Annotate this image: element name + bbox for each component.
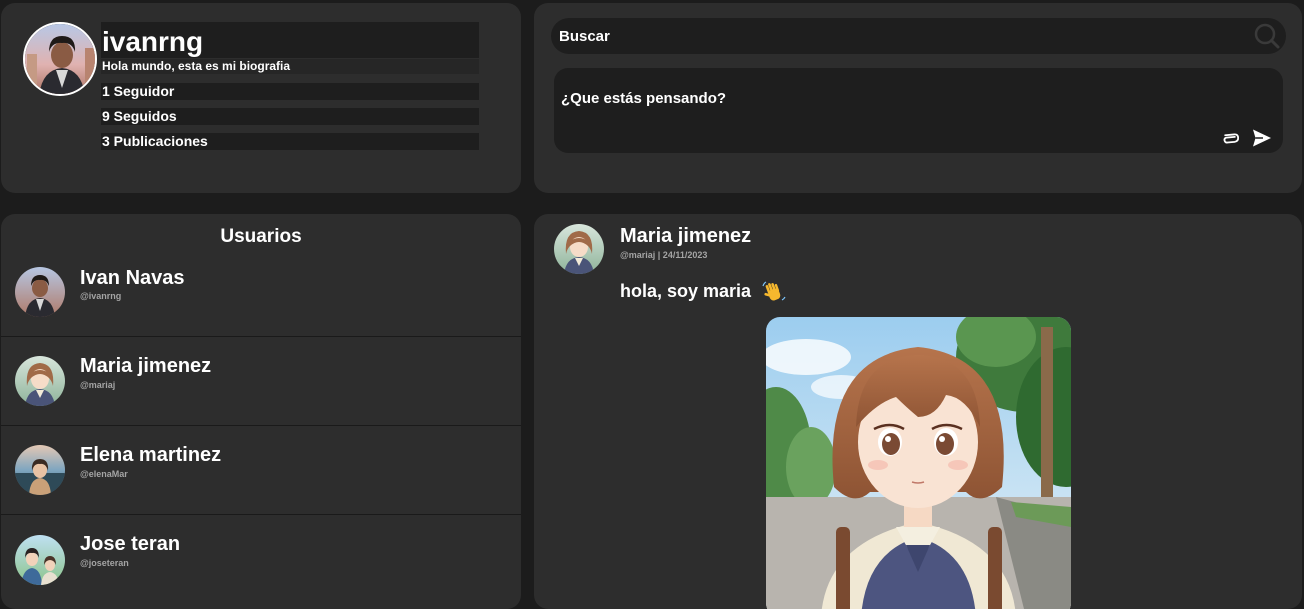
post-input[interactable] <box>561 86 1201 110</box>
profile-avatar[interactable] <box>23 22 97 96</box>
send-icon[interactable] <box>1252 128 1272 148</box>
followers-count[interactable]: 1 Seguidor <box>101 83 479 100</box>
user-handle: @joseteran <box>80 558 129 568</box>
post-meta: @mariaj | 24/11/2023 <box>620 250 708 260</box>
post-text: hola, soy maria <box>620 281 752 301</box>
search-bar <box>551 18 1286 54</box>
user-row[interactable]: Ivan Navas @ivanrng <box>1 247 521 337</box>
user-avatar <box>15 445 65 495</box>
profile-username: ivanrng <box>101 22 479 58</box>
post-author-avatar[interactable] <box>554 224 604 274</box>
user-avatar <box>15 356 65 406</box>
waving-hand-icon <box>762 280 786 304</box>
paperclip-icon[interactable] <box>1220 128 1240 148</box>
search-input[interactable] <box>559 18 1239 54</box>
user-row[interactable]: Elena martinez @elenaMar <box>1 426 521 515</box>
post-composer <box>554 68 1283 153</box>
user-avatar <box>15 534 65 585</box>
users-title: Usuarios <box>220 226 302 247</box>
user-row[interactable]: Maria jimenez @mariaj <box>1 337 521 426</box>
user-name: Ivan Navas <box>80 267 185 289</box>
posts-count[interactable]: 3 Publicaciones <box>101 133 479 150</box>
post-card: Maria jimenez @mariaj | 24/11/2023 hola,… <box>534 214 1302 609</box>
user-handle: @ivanrng <box>80 291 122 301</box>
profile-bio: Hola mundo, esta es mi biografia <box>101 59 479 74</box>
search-icon[interactable] <box>1254 23 1280 49</box>
post-author-name[interactable]: Maria jimenez <box>620 225 751 248</box>
user-name: Maria jimenez <box>80 355 212 377</box>
user-row[interactable]: Jose teran @joseteran <box>1 515 521 604</box>
users-card: Usuarios Ivan Navas @ivanrng Maria jimen… <box>1 214 521 609</box>
user-handle: @elenaMar <box>80 469 128 479</box>
profile-card: ivanrng Hola mundo, esta es mi biografia… <box>1 3 521 193</box>
post-image[interactable] <box>766 317 1071 609</box>
user-handle: @mariaj <box>80 380 116 390</box>
user-name: Elena martinez <box>80 444 222 466</box>
user-avatar <box>15 266 65 317</box>
user-name: Jose teran <box>80 533 181 555</box>
composer-card <box>534 3 1302 193</box>
following-count[interactable]: 9 Seguidos <box>101 108 479 125</box>
profile-info: ivanrng Hola mundo, esta es mi biografia… <box>101 22 479 150</box>
